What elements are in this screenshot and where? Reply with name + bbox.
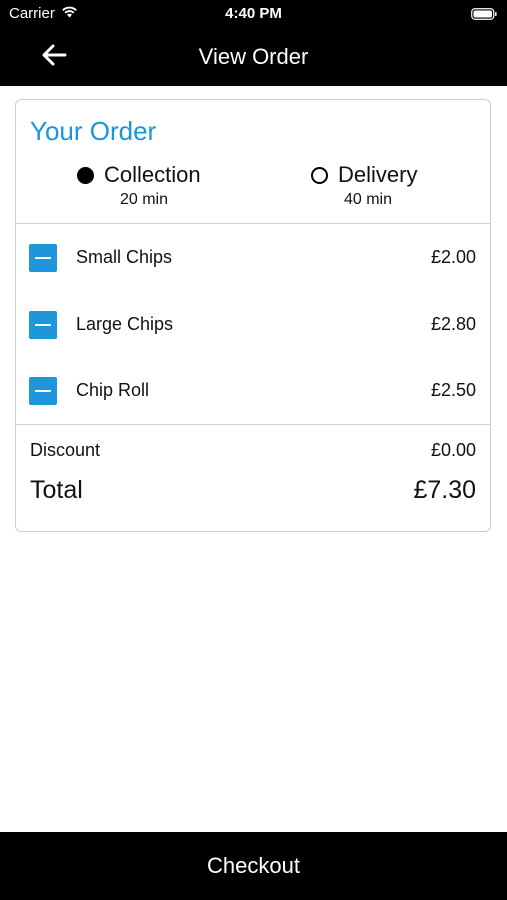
nav-bar: View Order (0, 28, 507, 86)
collection-label: Collection (104, 162, 201, 187)
battery-icon (471, 7, 497, 20)
order-card: Your Order Collection 20 min Delivery 40… (15, 99, 491, 532)
page-title: View Order (198, 44, 309, 69)
item-price: £2.50 (430, 380, 476, 400)
checkout-label: Checkout (207, 853, 300, 878)
status-time: 4:40 PM (225, 5, 282, 22)
screen: Carrier 4:40 PM View Order Your Order Co… (0, 0, 507, 900)
order-item-row: Chip Roll £2.50 (16, 371, 490, 411)
collection-time: 20 min (119, 191, 169, 208)
item-name: Chip Roll (76, 380, 150, 400)
order-title: Your Order (30, 116, 157, 146)
collection-option[interactable]: Collection 20 min (77, 162, 209, 209)
minus-icon (35, 324, 51, 326)
status-bar: Carrier 4:40 PM (0, 0, 507, 28)
remove-item-button[interactable] (29, 311, 57, 339)
total-label: Total (30, 476, 83, 504)
item-price: £2.80 (430, 314, 476, 334)
divider (16, 424, 490, 425)
remove-item-button[interactable] (29, 377, 57, 405)
remove-item-button[interactable] (29, 244, 57, 272)
discount-value: £0.00 (430, 440, 476, 460)
order-item-row: Small Chips £2.00 (16, 238, 490, 278)
radio-unselected-icon[interactable] (311, 166, 328, 184)
collection-option-row: Collection (77, 162, 209, 188)
item-name: Large Chips (76, 314, 174, 334)
minus-icon (35, 257, 51, 259)
item-price: £2.00 (430, 247, 476, 267)
delivery-label: Delivery (338, 162, 418, 187)
minus-icon (35, 390, 51, 392)
checkout-button[interactable]: Checkout (0, 832, 507, 900)
total-value: £7.30 (413, 476, 476, 504)
order-item-row: Large Chips £2.80 (16, 305, 490, 345)
discount-label: Discount (30, 440, 101, 460)
divider (16, 223, 490, 224)
delivery-option[interactable]: Delivery 40 min (311, 162, 421, 209)
delivery-option-row: Delivery (311, 162, 421, 188)
item-name: Small Chips (76, 247, 173, 267)
radio-selected-icon[interactable] (77, 166, 94, 184)
delivery-time: 40 min (343, 191, 393, 208)
